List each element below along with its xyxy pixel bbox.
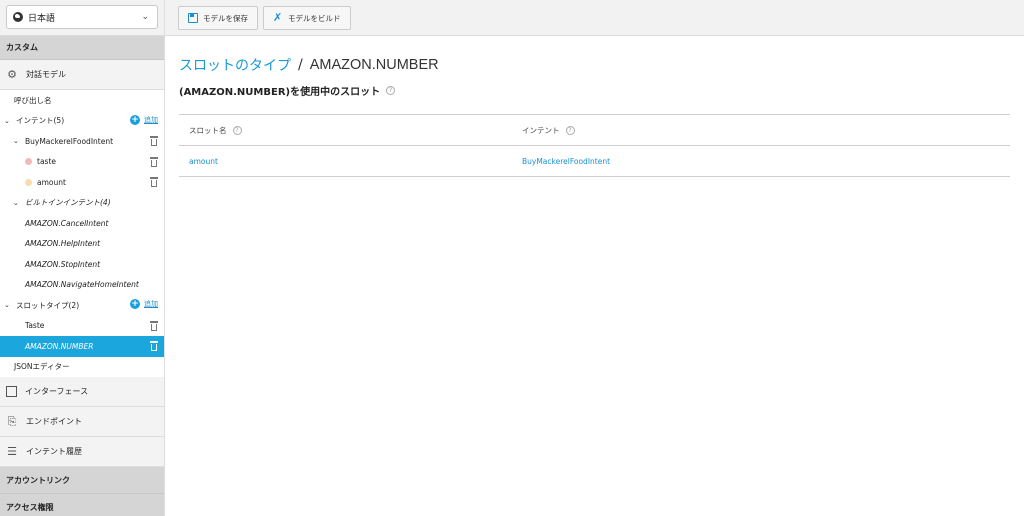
table-cell-slot: amount bbox=[179, 157, 512, 166]
plus-icon: + bbox=[130, 299, 140, 309]
intent-link[interactable]: BuyMackerelFoodIntent bbox=[522, 157, 610, 166]
trash-icon[interactable] bbox=[150, 136, 158, 146]
nav-builtin-intent[interactable]: AMAZON.StopIntent bbox=[0, 254, 164, 275]
nav-slot-taste[interactable]: taste bbox=[0, 152, 164, 173]
nav-builtin-intent[interactable]: AMAZON.NavigateHomeIntent bbox=[0, 275, 164, 296]
plus-icon: + bbox=[130, 114, 140, 125]
trash-icon[interactable] bbox=[150, 156, 158, 167]
table-header-row: スロット名 ? インテント ? bbox=[179, 115, 1010, 146]
table-cell-intent: BuyMackerelFoodIntent bbox=[512, 157, 610, 166]
sliders-icon: ☰ bbox=[7, 445, 17, 458]
table-row: amount BuyMackerelFoodIntent bbox=[179, 146, 1010, 177]
trash-icon[interactable] bbox=[150, 341, 158, 351]
chevron-down-icon: ⌄ bbox=[141, 12, 149, 22]
column-header-intent-label: インテント bbox=[522, 125, 560, 135]
slot-table: スロット名 ? インテント ? amount BuyMackerelFoodIn… bbox=[179, 114, 1010, 177]
breadcrumb-separator: / bbox=[298, 57, 303, 73]
chevron-down-icon: ⌄ bbox=[4, 116, 10, 125]
help-icon[interactable]: ? bbox=[232, 125, 242, 135]
nav-slot-type-taste[interactable]: Taste bbox=[0, 316, 164, 337]
section-account-linking[interactable]: アカウントリンク bbox=[0, 467, 164, 494]
language-select[interactable]: 日本語 ⌄ bbox=[6, 5, 158, 29]
help-icon[interactable]: ? bbox=[386, 86, 396, 95]
toolbar: モデルを保存 ✗ モデルをビルド bbox=[165, 0, 1024, 36]
slot-label: amount bbox=[37, 177, 66, 187]
trash-icon[interactable] bbox=[150, 177, 158, 187]
slot-color-dot bbox=[25, 158, 32, 166]
nav-slot-types[interactable]: ⌄ スロットタイプ(2) + 追加 bbox=[0, 295, 164, 316]
column-header-intent: インテント ? bbox=[512, 125, 575, 136]
section-permissions[interactable]: アクセス権限 bbox=[0, 494, 164, 516]
slot-type-label: AMAZON.NUMBER bbox=[25, 341, 94, 351]
usage-title-text: (AMAZON.NUMBER)を使用中のスロット bbox=[179, 87, 381, 98]
chevron-down-icon: ⌄ bbox=[13, 137, 19, 146]
slot-link[interactable]: amount bbox=[189, 157, 218, 166]
slot-type-label: Taste bbox=[25, 321, 45, 331]
add-intent-label: 追加 bbox=[144, 115, 158, 124]
nav-slot-amount[interactable]: amount bbox=[0, 172, 164, 193]
nav-intents[interactable]: ⌄ インテント(5) + 追加 bbox=[0, 111, 164, 132]
build-model-button[interactable]: ✗ モデルをビルド bbox=[263, 6, 351, 30]
builtin-intent-label: AMAZON.HelpIntent bbox=[25, 239, 101, 249]
save-icon bbox=[188, 13, 198, 23]
nav-invocation[interactable]: 呼び出し名 bbox=[0, 90, 164, 111]
chevron-down-icon: ⌄ bbox=[13, 198, 19, 207]
globe-icon bbox=[13, 12, 23, 22]
nav-builtin-intent[interactable]: AMAZON.HelpIntent bbox=[0, 234, 164, 255]
nav-builtin-intent[interactable]: AMAZON.CancelIntent bbox=[0, 213, 164, 234]
build-model-label: モデルをビルド bbox=[288, 13, 341, 23]
language-value: 日本語 bbox=[28, 13, 56, 24]
plug-icon: ⎘ bbox=[7, 414, 17, 428]
page-title: (AMAZON.NUMBER)を使用中のスロット ? bbox=[179, 83, 396, 98]
nav-builtin-intents[interactable]: ⌄ ビルトインインテント(4) bbox=[0, 193, 164, 214]
nav-intents-label: インテント(5) bbox=[16, 116, 65, 126]
column-header-slot-label: スロット名 bbox=[189, 125, 227, 135]
save-model-label: モデルを保存 bbox=[203, 13, 248, 23]
builtin-intent-label: AMAZON.CancelIntent bbox=[25, 218, 109, 228]
save-model-button[interactable]: モデルを保存 bbox=[178, 6, 258, 30]
nav-invocation-label: 呼び出し名 bbox=[14, 95, 52, 105]
tools-icon: ✗ bbox=[273, 11, 283, 24]
language-bar: 日本語 ⌄ bbox=[0, 0, 164, 36]
breadcrumb-current: AMAZON.NUMBER bbox=[309, 57, 439, 73]
builtin-intent-label: AMAZON.NavigateHomeIntent bbox=[25, 280, 139, 290]
column-header-slot: スロット名 ? bbox=[179, 125, 512, 136]
breadcrumb: スロットのタイプ / AMAZON.NUMBER bbox=[179, 55, 439, 75]
trash-icon[interactable] bbox=[150, 320, 158, 331]
nav-json-editor[interactable]: JSONエディター bbox=[0, 357, 164, 378]
nav-endpoint[interactable]: ⎘ エンドポイント bbox=[0, 407, 164, 437]
nav-slot-types-label: スロットタイプ(2) bbox=[16, 300, 80, 310]
interfaces-icon bbox=[6, 386, 17, 397]
slot-color-dot bbox=[25, 178, 32, 186]
builtin-intent-label: AMAZON.StopIntent bbox=[25, 259, 101, 269]
sidebar: 日本語 ⌄ カスタム ⚙ 対話モデル 呼び出し名 ⌄ インテント(5) + 追加… bbox=[0, 0, 165, 516]
nav-dialog-model-label: 対話モデル bbox=[26, 70, 66, 79]
nav-intent-history-label: インテント履歴 bbox=[26, 447, 82, 456]
add-slot-type-button[interactable]: + 追加 bbox=[130, 299, 158, 309]
intent-label: BuyMackerelFoodIntent bbox=[25, 136, 114, 146]
nav-endpoint-label: エンドポイント bbox=[26, 417, 82, 426]
nav-intent-history[interactable]: ☰ インテント履歴 bbox=[0, 437, 164, 467]
nav-json-editor-label: JSONエディター bbox=[14, 362, 70, 372]
builtin-label: ビルトインインテント(4) bbox=[25, 198, 111, 208]
nav-dialog-model[interactable]: ⚙ 対話モデル bbox=[0, 60, 164, 90]
add-intent-button[interactable]: + 追加 bbox=[130, 114, 158, 125]
chevron-down-icon: ⌄ bbox=[4, 301, 10, 310]
nav-slot-type-amazon-number[interactable]: AMAZON.NUMBER bbox=[0, 336, 164, 357]
section-custom[interactable]: カスタム bbox=[0, 36, 164, 60]
help-icon[interactable]: ? bbox=[565, 125, 575, 135]
slot-label: taste bbox=[37, 157, 56, 167]
add-slot-type-label: 追加 bbox=[144, 300, 158, 308]
breadcrumb-slot-types-link[interactable]: スロットのタイプ bbox=[179, 55, 291, 75]
gear-icon: ⚙ bbox=[7, 68, 17, 81]
nav-interfaces[interactable]: インターフェース bbox=[0, 377, 164, 407]
nav-interfaces-label: インターフェース bbox=[25, 387, 89, 396]
nav-intent-buymackerel[interactable]: ⌄ BuyMackerelFoodIntent bbox=[0, 131, 164, 152]
